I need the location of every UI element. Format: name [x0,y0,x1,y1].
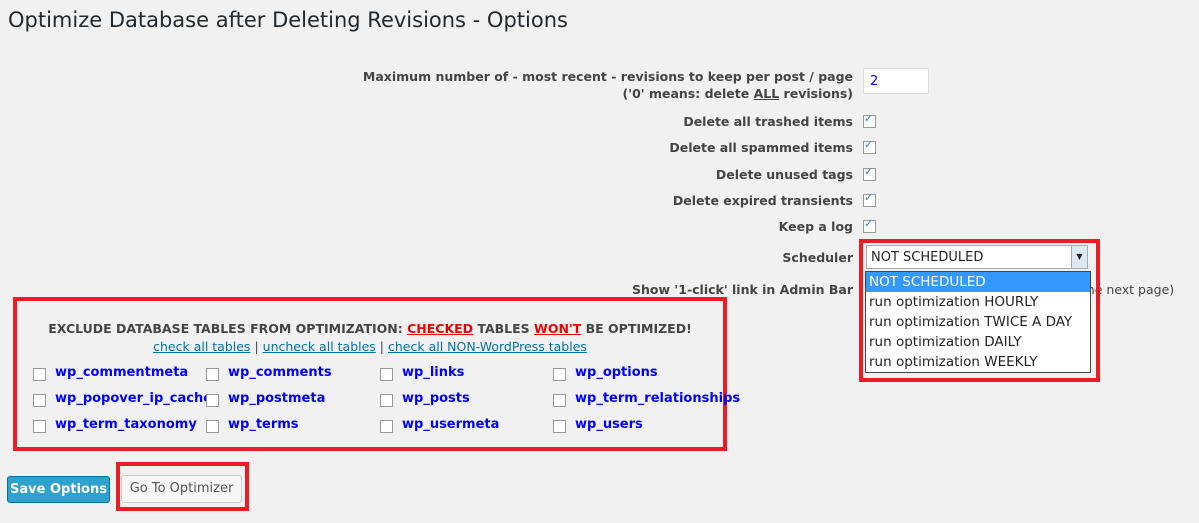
max-revisions-note: ('0' means: delete ALL revisions) [363,85,853,102]
table-checkbox[interactable] [33,368,46,381]
table-checkbox[interactable] [33,394,46,407]
table-label[interactable]: wp_comments [228,365,332,380]
highlight-box-scheduler [859,239,1100,382]
max-revisions-label: Maximum number of - most recent - revisi… [363,68,853,102]
option-checkbox[interactable] [863,112,876,128]
table-label[interactable]: wp_popover_ip_cache [55,391,212,406]
max-revisions-input[interactable]: 2 [863,68,929,94]
option-label: Delete unused tags [715,166,853,182]
admin-bar-label: Show '1-click' link in Admin Bar [632,282,853,297]
h-wont: WON'T [534,321,582,336]
exclude-links: check all tables | uncheck all tables | … [14,339,726,354]
option-label: Delete all spammed items [669,140,853,156]
table-label[interactable]: wp_postmeta [228,391,325,406]
highlight-box-optimizer [116,462,249,511]
option-label: Delete all trashed items [683,114,853,129]
save-options-button[interactable]: Save Options [7,476,110,503]
table-checkbox[interactable] [206,368,219,381]
table-checkbox[interactable] [33,420,46,433]
scheduler-label: Scheduler [782,250,853,265]
option-label: Keep a log [778,219,853,235]
note-all: ALL [753,86,780,101]
table-label[interactable]: wp_usermeta [402,417,499,432]
option-checkbox[interactable] [863,138,876,155]
exclude-header: EXCLUDE DATABASE TABLES FROM OPTIMIZATIO… [14,321,726,336]
table-label[interactable]: wp_commentmeta [55,365,188,380]
table-checkbox[interactable] [380,368,393,381]
check-non-wp-link[interactable]: check all NON-WordPress tables [388,339,587,354]
table-checkbox[interactable] [553,420,566,433]
h-mid: TABLES [473,321,535,336]
table-checkbox[interactable] [380,394,393,407]
option-checkbox[interactable] [863,191,876,207]
note-post: revisions) [779,86,853,101]
sep: | [254,339,259,354]
option-checkbox[interactable] [863,217,876,234]
table-label[interactable]: wp_users [575,417,643,432]
max-revisions-text: Maximum number of - most recent - revisi… [362,69,853,84]
table-checkbox[interactable] [553,394,566,407]
h-checked: CHECKED [407,321,474,336]
table-checkbox[interactable] [206,420,219,433]
table-label[interactable]: wp_terms [228,417,299,432]
check-all-link[interactable]: check all tables [153,339,250,354]
page-title: Optimize Database after Deleting Revisio… [8,8,568,32]
table-label[interactable]: wp_options [575,365,658,380]
option-checkbox[interactable] [863,165,876,181]
table-label[interactable]: wp_posts [402,391,470,406]
uncheck-all-link[interactable]: uncheck all tables [263,339,376,354]
note-pre: ('0' means: delete [622,86,754,101]
table-checkbox[interactable] [380,420,393,433]
table-checkbox[interactable] [553,368,566,381]
table-label[interactable]: wp_term_relationships [575,391,740,406]
h-post: BE OPTIMIZED! [581,321,692,336]
sep: | [379,339,385,354]
h-pre: EXCLUDE DATABASE TABLES FROM OPTIMIZATIO… [48,321,408,336]
table-label[interactable]: wp_links [402,365,464,380]
table-label[interactable]: wp_term_taxonomy [55,417,197,432]
option-label: Delete expired transients [672,192,853,208]
table-checkbox[interactable] [206,394,219,407]
